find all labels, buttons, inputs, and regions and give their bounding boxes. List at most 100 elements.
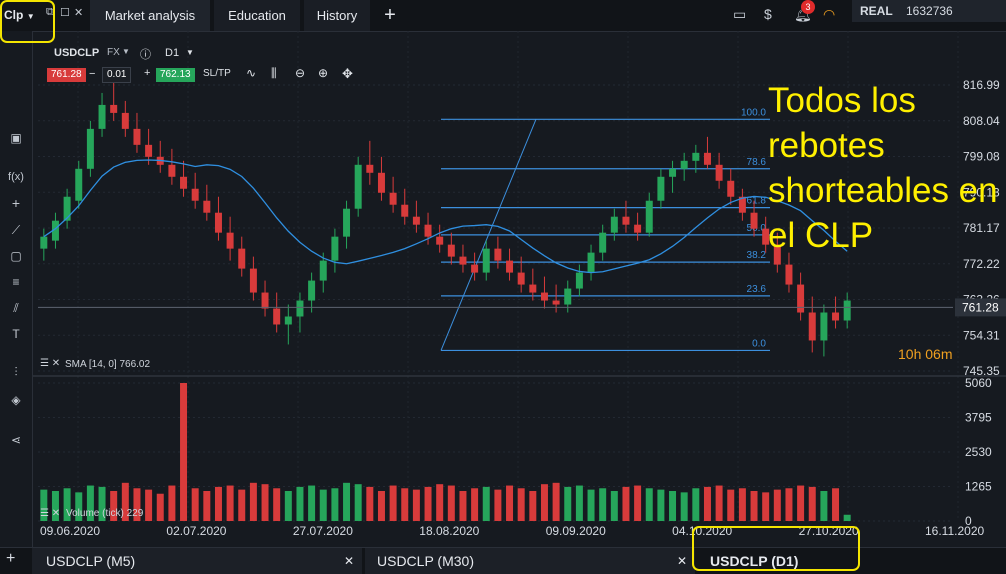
close-icon[interactable]: ✕ [74,6,83,19]
candle-body [599,232,607,253]
crosshair-tool-icon[interactable]: + [6,195,26,211]
candle-body [832,312,840,321]
symbol-name[interactable]: USDCLP [54,47,99,59]
fib-level-label: 100.0 [741,107,766,118]
volume-bar [168,485,176,521]
line-tool-icon[interactable]: ⟋ [6,223,26,238]
text-tool-icon[interactable]: T [6,327,26,341]
volume-bar [575,485,583,521]
candle-body [540,292,548,301]
fib-level-label: 0.0 [752,338,766,349]
volume-bar [261,484,269,521]
volume-bar [284,491,292,521]
volume-settings-icon[interactable]: ☰ ✕ [40,508,60,519]
volume-bar [506,485,514,521]
candle-body [145,144,153,157]
function-tool-icon[interactable]: f(x) [6,171,26,183]
layout-icon[interactable]: ▭ [733,6,746,23]
volume-bar [657,489,665,521]
volume-bar [191,488,199,521]
left-toolbar: ▣ f(x) + ⟋ ▢ ≡ ⫽ T ⫶ ◈ ⋖ [0,31,33,547]
shape-tool-icon[interactable]: ▢ [6,249,26,263]
volume-bar [797,485,805,521]
close-icon[interactable]: ✕ [344,548,354,574]
candle-body [389,192,397,205]
add-chart-button[interactable]: + [6,550,15,568]
volume-bar [319,489,327,521]
bid-price-button[interactable]: 761.28 [47,68,86,82]
price-alert-icon[interactable]: $ [764,6,772,22]
lot-decrease-button[interactable]: − [89,68,95,80]
candle-body [249,268,257,293]
indicators-icon[interactable]: ⫶ [6,365,26,380]
volume-bar [343,482,351,521]
line-chart-icon[interactable]: ∿ [246,66,256,80]
candle-body [634,224,642,233]
zoom-out-icon[interactable]: ⊖ [295,66,305,80]
close-icon[interactable]: ✕ [677,548,687,574]
market-dropdown-icon[interactable]: ▼ [122,47,130,56]
candle-body [575,272,583,289]
rectangle-tool-icon[interactable]: ▣ [6,131,26,145]
add-tab-button[interactable]: + [376,0,404,31]
lot-size-input[interactable]: 0.01 [102,67,132,83]
tab-education[interactable]: Education [214,0,300,31]
zoom-in-icon[interactable]: ⊕ [318,66,328,80]
sma-settings-icon[interactable]: ☰ ✕ [40,358,60,369]
date-tick-label: 16.11.2020 [925,524,984,538]
fib-level-label: 38.2 [747,250,767,261]
candle-body [261,292,269,309]
volume-bar [529,491,537,521]
fibonacci-tool-icon[interactable]: ≡ [6,275,26,289]
volume-bar [377,491,385,521]
market-type[interactable]: FX [107,47,120,58]
volume-tick-label: 3795 [965,411,992,425]
ask-price-button[interactable]: 762.13 [156,68,195,82]
candle-body [459,256,467,265]
candle-body [820,312,828,341]
volume-bar [645,488,653,521]
add-tab-label: + [384,4,396,26]
tab-usdclp-m5[interactable]: USDCLP (M5) ✕ [32,548,362,574]
timeframe-selector[interactable]: D1 [165,47,179,59]
candle-body [86,128,94,169]
candle-body [319,260,327,281]
volume-bar [471,488,479,521]
account-box[interactable]: REAL 1632736 [852,0,1006,22]
volume-bar [587,489,595,521]
candle-body [564,288,572,305]
volume-bar [424,486,432,521]
volume-bar [412,489,420,521]
candle-body [98,104,106,129]
maximize-icon[interactable]: ☐ [60,6,70,19]
volume-bar [238,489,246,521]
info-icon[interactable]: ⓘ [140,46,151,62]
volume-bar [401,488,409,521]
candles-icon[interactable]: ⫼ [271,66,277,81]
volume-bar [459,491,467,521]
volume-bar [669,491,677,521]
tab-history[interactable]: History [304,0,370,31]
candle-body [447,244,455,257]
share-icon[interactable]: ⋖ [6,433,26,447]
candle-body [168,164,176,177]
tab-usdclp-m30[interactable]: USDCLP (M30) ✕ [365,548,695,574]
volume-bar [494,489,502,521]
volume-bar [482,486,490,521]
candle-body [727,180,735,197]
layers-icon[interactable]: ◈ [6,393,26,407]
volume-bar [156,493,164,521]
sltp-button[interactable]: SL/TP [203,68,231,79]
candle-body [203,200,211,213]
date-tick-label: 09.06.2020 [40,524,100,538]
move-icon[interactable]: ✥ [342,66,353,82]
price-tick-label: 754.31 [963,328,1000,342]
lot-increase-button[interactable]: + [144,67,150,79]
notification-badge: 3 [801,0,815,14]
timeframe-dropdown-icon[interactable]: ▼ [186,48,194,57]
tab-market-analysis[interactable]: Market analysis [90,0,210,31]
tab-label: USDCLP (M30) [377,553,474,569]
date-tick-label: 18.08.2020 [419,524,479,538]
pitchfork-tool-icon[interactable]: ⫽ [6,301,26,316]
volume-bar [634,485,642,521]
